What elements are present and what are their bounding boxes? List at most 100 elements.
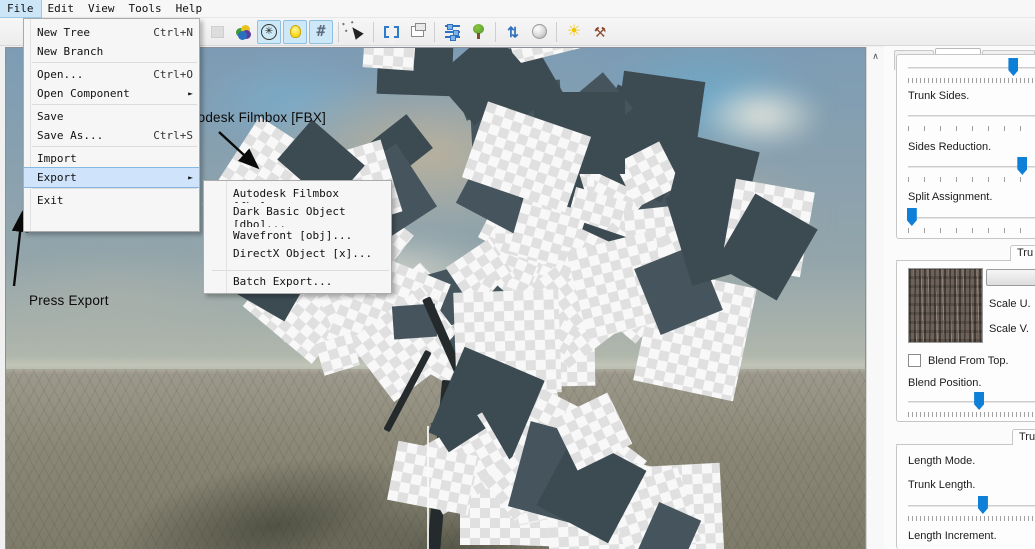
- grid-icon: #: [316, 24, 325, 39]
- menu-item-label: Export: [37, 171, 77, 184]
- texture-browse-button[interactable]: [986, 269, 1035, 286]
- filters-button[interactable]: [440, 20, 464, 44]
- scroll-up-icon[interactable]: ∧: [868, 48, 884, 64]
- slider-thumb[interactable]: [1008, 58, 1018, 76]
- lightbulb-button[interactable]: [283, 20, 307, 44]
- leaf-billboard-checker: [363, 47, 417, 71]
- slider-thumb[interactable]: [974, 392, 984, 410]
- slider-ticks: [908, 516, 1035, 521]
- length-increment-label: Length Increment.: [908, 530, 997, 542]
- slider-thumb[interactable]: [978, 496, 988, 514]
- sun-button[interactable]: ☀: [562, 20, 586, 44]
- tree-button[interactable]: [466, 20, 490, 44]
- menubar-item-view[interactable]: View: [81, 0, 122, 17]
- slider-track: [908, 217, 1035, 219]
- menu-separator: [32, 146, 197, 147]
- viewport-scrollbar[interactable]: ∧: [866, 47, 884, 549]
- color-swirl-icon: [236, 25, 251, 39]
- menubar-item-edit[interactable]: Edit: [41, 0, 82, 17]
- top-slider[interactable]: [908, 58, 1035, 78]
- slider-ticks: [908, 177, 1035, 182]
- menu-item-save-as[interactable]: Save As... Ctrl+S: [24, 126, 199, 145]
- bark-texture-thumbnail[interactable]: [908, 268, 983, 343]
- submenu-item-dark-basic-object-dbo[interactable]: Dark Basic Object [dbo]...: [204, 203, 391, 227]
- trunk-texture-group-title: Tru: [1010, 245, 1035, 261]
- magic-cursor-button[interactable]: [344, 20, 368, 44]
- menu-item-label: Import: [37, 152, 77, 165]
- panels-button[interactable]: [405, 20, 429, 44]
- menu-item-open[interactable]: Open...Ctrl+O: [24, 65, 199, 84]
- cloud: [696, 83, 826, 148]
- select-region-button[interactable]: [379, 20, 403, 44]
- reorder-arrows-icon: ⇅: [507, 25, 519, 39]
- menu-item-exit[interactable]: Exit: [24, 191, 199, 210]
- split-assignment-label: Split Assignment.: [908, 191, 992, 203]
- fan-icon: ✳: [261, 24, 277, 40]
- blend-position-label: Blend Position.: [908, 377, 981, 389]
- menu-item-open-component[interactable]: Open Component►: [24, 84, 199, 103]
- length-mode-label: Length Mode.: [908, 455, 975, 467]
- grid-button[interactable]: #: [309, 20, 333, 44]
- submenu-item-autodesk-filmbox-fbx[interactable]: Autodesk Filmbox [fbx]...: [204, 185, 391, 203]
- menu-bar: FileEditViewToolsHelp: [0, 0, 1035, 18]
- render-box-button[interactable]: [205, 20, 229, 44]
- menubar-item-help[interactable]: Help: [169, 0, 210, 17]
- panels-icon: [411, 26, 424, 37]
- color-swirl-button[interactable]: [231, 20, 255, 44]
- slider-ticks: [908, 228, 1035, 233]
- menu-item-import[interactable]: Import: [24, 149, 199, 168]
- menu-item-export[interactable]: Export ►: [24, 168, 199, 187]
- trunk-sides-label: Trunk Sides.: [908, 90, 969, 102]
- toolbar-separator: [373, 22, 374, 42]
- menu-separator: [212, 270, 389, 271]
- submenu-item-wavefront-obj[interactable]: Wavefront [obj]...: [204, 227, 391, 245]
- menubar-item-file[interactable]: File: [0, 0, 41, 17]
- trunk-length-group-title: Tru: [1012, 429, 1035, 445]
- slider-track: [908, 401, 1035, 403]
- menubar-item-tools[interactable]: Tools: [122, 0, 169, 17]
- tools-button[interactable]: ⚒: [588, 20, 612, 44]
- scale-v-label: Scale V.: [989, 323, 1029, 335]
- slider-thumb[interactable]: [1017, 157, 1027, 175]
- sphere-button[interactable]: [527, 20, 551, 44]
- blend-from-top-label: Blend From Top.: [928, 355, 1009, 367]
- menu-item-label: New Branch: [37, 45, 103, 58]
- scale-u-label: Scale U.: [989, 298, 1031, 310]
- blend-from-top-checkbox[interactable]: [908, 354, 921, 367]
- submenu-arrow-icon: ►: [188, 173, 193, 182]
- export-submenu: Autodesk Filmbox [fbx]...Dark Basic Obje…: [203, 180, 392, 294]
- submenu-item-directx-object-x[interactable]: DirectX Object [x]...: [204, 245, 391, 269]
- submenu-item-batch-export[interactable]: Batch Export...: [204, 273, 391, 291]
- menu-separator: [32, 104, 197, 105]
- menu-item-save[interactable]: Save: [24, 107, 199, 126]
- tree-icon: [472, 24, 485, 39]
- slider-track: [908, 115, 1035, 117]
- sides-reduction-slider[interactable]: [908, 157, 1035, 177]
- toolbar-separator: [434, 22, 435, 42]
- menu-item-new-tree[interactable]: New TreeCtrl+N: [24, 23, 199, 42]
- select-region-icon: [384, 26, 399, 38]
- file-menu-dropdown: New TreeCtrl+N New Branch Open...Ctrl+OOpe…: [23, 18, 200, 232]
- reorder-arrows-button[interactable]: ⇅: [501, 20, 525, 44]
- split-assignment-slider[interactable]: [908, 208, 1035, 228]
- trunk-length-slider[interactable]: [908, 496, 1035, 516]
- menu-separator: [32, 188, 197, 189]
- menu-item-new-branch[interactable]: New Branch: [24, 42, 199, 61]
- parameters-panel: TreeTrunkBranchLe Trunk Sides. Sides Red…: [884, 40, 1035, 549]
- sun-icon: ☀: [567, 24, 581, 40]
- slider-track: [908, 505, 1035, 507]
- filters-icon: [445, 25, 460, 38]
- menu-item-label: Save As...: [37, 129, 103, 142]
- fan-button[interactable]: ✳: [257, 20, 281, 44]
- trunk-length-label: Trunk Length.: [908, 479, 975, 491]
- slider-ticks: [908, 126, 1035, 131]
- sides-reduction-label: Sides Reduction.: [908, 141, 991, 153]
- menu-shortcut: Ctrl+S: [153, 129, 193, 142]
- app-window: FileEditViewToolsHelp ✳#⇅☀⚒ Then Autodes…: [0, 0, 1035, 549]
- tools-icon: ⚒: [594, 25, 607, 39]
- toolbar-separator: [495, 22, 496, 42]
- slider-thumb[interactable]: [907, 208, 917, 226]
- trunk-sides-slider[interactable]: [908, 106, 1035, 126]
- submenu-arrow-icon: ►: [188, 89, 193, 98]
- blend-position-slider[interactable]: [908, 392, 1035, 412]
